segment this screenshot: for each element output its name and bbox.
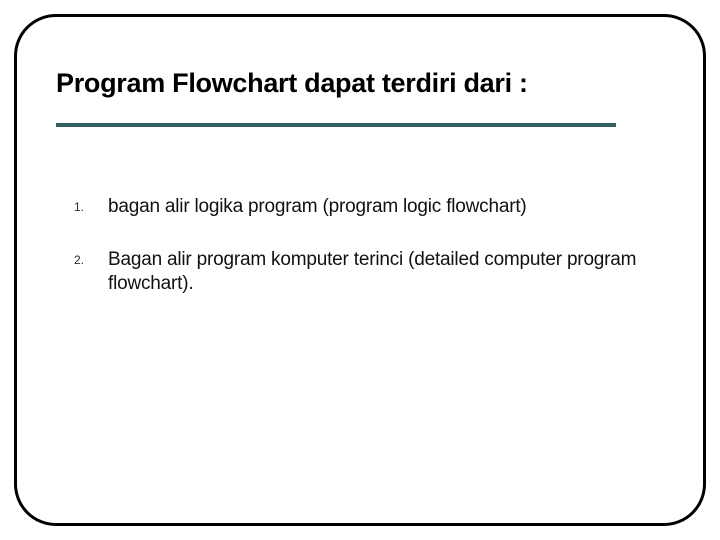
- slide-title: Program Flowchart dapat terdiri dari :: [56, 68, 664, 99]
- numbered-list: 1. bagan alir logika program (program lo…: [56, 195, 664, 297]
- list-number: 1.: [74, 195, 108, 214]
- list-text: bagan alir logika program (program logic…: [108, 195, 527, 220]
- list-text: Bagan alir program komputer terinci (det…: [108, 248, 664, 297]
- list-number: 2.: [74, 248, 108, 267]
- slide-content: Program Flowchart dapat terdiri dari : 1…: [0, 0, 720, 540]
- list-item: 1. bagan alir logika program (program lo…: [74, 195, 664, 220]
- title-divider: [56, 123, 616, 127]
- list-item: 2. Bagan alir program komputer terinci (…: [74, 248, 664, 297]
